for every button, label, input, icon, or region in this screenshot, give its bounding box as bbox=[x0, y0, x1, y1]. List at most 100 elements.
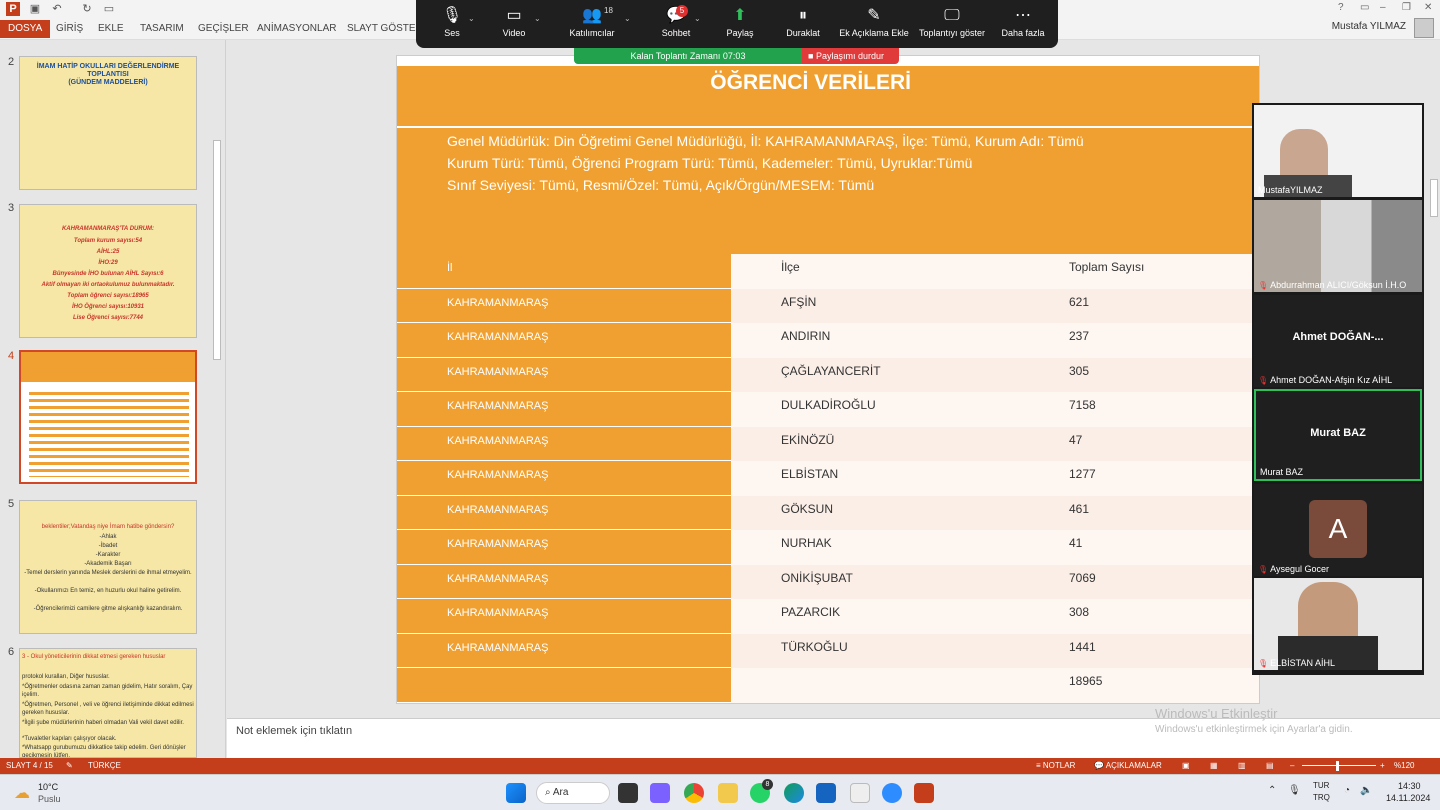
participant-tile[interactable]: MustafaYILMAZ bbox=[1254, 105, 1422, 197]
normal-view-icon[interactable]: ▣ bbox=[1182, 758, 1190, 774]
video-button[interactable]: ▭ Video ⌄ bbox=[494, 4, 541, 46]
slide-scrollbar[interactable] bbox=[1428, 103, 1440, 703]
scrollbar-thumb[interactable] bbox=[1430, 179, 1438, 217]
zoom-in-icon[interactable]: + bbox=[1380, 758, 1385, 774]
thumb-text: -Okullarımızı En temiz, en huzurlu okul … bbox=[34, 588, 182, 594]
slide-thumbnail-2[interactable]: İMAM HATİP OKULLARI DEĞERLENDİRME TOPLAN… bbox=[19, 56, 197, 190]
zoom-out-icon[interactable]: – bbox=[1290, 758, 1294, 774]
participant-video bbox=[1254, 200, 1422, 292]
tab-animations[interactable]: ANİMASYONLAR bbox=[249, 20, 344, 38]
restore-icon[interactable]: ❐ bbox=[1402, 2, 1411, 13]
participant-name: ELBİSTAN AİHL bbox=[1270, 658, 1336, 668]
slide-counter: SLAYT 4 / 15 bbox=[6, 761, 53, 770]
wifi-icon[interactable]: ◔ bbox=[1344, 785, 1350, 796]
edge-icon[interactable] bbox=[784, 783, 804, 803]
notes-placeholder[interactable]: Not eklemek için tıklatın bbox=[236, 725, 352, 737]
weather-icon[interactable]: ☁ bbox=[14, 783, 30, 803]
camera-icon: ▭ bbox=[506, 7, 522, 24]
slide-thumbnail-5[interactable]: beklentiler;Vatandaş niye İmam hatibe gö… bbox=[19, 500, 197, 634]
chevron-up-icon[interactable]: ⌃ bbox=[1268, 785, 1276, 796]
participant-tile[interactable]: A 🎙 Aysegul Gocer bbox=[1254, 484, 1422, 576]
windows-start-icon[interactable] bbox=[506, 783, 526, 803]
volume-icon[interactable]: 🔈 bbox=[1360, 785, 1372, 796]
thumb-text: KAHRAMANMARAŞ'TA DURUM: bbox=[61, 226, 155, 232]
ribbon-options-icon[interactable]: ▭ bbox=[1360, 2, 1369, 13]
chevron-down-icon[interactable]: ⌄ bbox=[468, 14, 475, 23]
powerpoint-app-icon[interactable] bbox=[914, 783, 934, 803]
user-name[interactable]: Mustafa YILMAZ bbox=[1332, 21, 1406, 32]
undo-icon[interactable]: ↶ bbox=[50, 2, 64, 16]
clock-time[interactable]: 14:30 bbox=[1398, 781, 1421, 791]
save-icon[interactable]: ▣ bbox=[28, 2, 42, 16]
reading-view-icon[interactable]: ▥ bbox=[1238, 758, 1246, 774]
user-avatar[interactable] bbox=[1414, 18, 1434, 38]
chevron-down-icon[interactable]: ⌄ bbox=[624, 14, 631, 23]
chevron-down-icon[interactable]: ⌄ bbox=[694, 14, 701, 23]
slide-thumbnail-3[interactable]: KAHRAMANMARAŞ'TA DURUM: Toplam kurum say… bbox=[19, 204, 197, 338]
slide-canvas[interactable]: ÖĞRENCİ VERİLERİ Genel Müdürlük: Din Öğr… bbox=[396, 55, 1260, 704]
language-indicator[interactable]: TÜRKÇE bbox=[88, 758, 121, 774]
zoom-slider[interactable] bbox=[1302, 765, 1376, 766]
show-meeting-button[interactable]: 🖵 Toplantıyı göster bbox=[916, 4, 988, 46]
keyboard-lang-2[interactable]: TRQ bbox=[1313, 793, 1330, 802]
clock-date[interactable]: 14.11.2024 bbox=[1386, 793, 1430, 803]
zoom-app-icon[interactable] bbox=[882, 783, 902, 803]
participant-name: Aysegul Gocer bbox=[1270, 564, 1330, 574]
minimize-icon[interactable]: – bbox=[1380, 2, 1386, 13]
tab-transitions[interactable]: GEÇİŞLER bbox=[190, 20, 257, 38]
notes-toggle[interactable]: ≡ NOTLAR bbox=[1036, 758, 1075, 774]
annotate-button[interactable]: ✎ Ek Açıklama Ekle bbox=[838, 4, 910, 46]
microphone-icon[interactable]: 🎙 bbox=[1288, 785, 1301, 796]
tab-file[interactable]: DOSYA bbox=[0, 20, 51, 38]
slideshow-view-icon[interactable]: ▤ bbox=[1266, 758, 1274, 774]
audio-button[interactable]: 🎙 Ses ⌄ bbox=[432, 4, 475, 46]
participant-tile-active-speaker[interactable]: Murat BAZ Murat BAZ bbox=[1254, 389, 1422, 481]
zoom-level[interactable]: %120 bbox=[1394, 758, 1414, 774]
timer-text: Kalan Toplantı Zamanı 07:03 bbox=[630, 51, 746, 61]
chat-button[interactable]: 💬 Sohbet 5 ⌄ bbox=[656, 4, 701, 46]
task-view-icon[interactable] bbox=[618, 783, 638, 803]
slide-thumbnail-6[interactable]: 3 - Okul yöneticilerinin dikkat etmesi g… bbox=[19, 648, 197, 758]
thumb-text: -Ahlak bbox=[99, 534, 117, 540]
start-slideshow-icon[interactable]: ▭ bbox=[102, 2, 116, 16]
status-bar: SLAYT 4 / 15 ✎ TÜRKÇE ≡ NOTLAR 💬 AÇIKLAM… bbox=[0, 758, 1440, 774]
participant-tile[interactable]: 🎙 ELBİSTAN AİHL bbox=[1254, 578, 1422, 670]
keyboard-lang-1[interactable]: TUR bbox=[1313, 781, 1329, 790]
close-icon[interactable]: ✕ bbox=[1424, 2, 1432, 13]
stop-share-button[interactable]: ■ Paylaşımı durdur bbox=[802, 48, 899, 64]
cell-total: 41 bbox=[1019, 530, 1259, 565]
chevron-down-icon[interactable]: ⌄ bbox=[534, 14, 541, 23]
cell-ilce: NURHAK bbox=[731, 530, 1019, 565]
taskbar-search[interactable]: ⌕ Ara bbox=[536, 782, 610, 804]
comments-toggle[interactable]: 💬 AÇIKLAMALAR bbox=[1094, 758, 1162, 774]
snipping-tool-icon[interactable] bbox=[850, 783, 870, 803]
participant-tile[interactable]: 🎙 Abdurrahman ALICI/Göksun İ.H.O bbox=[1254, 200, 1422, 292]
show-meeting-label: Toplantıyı göster bbox=[918, 28, 986, 38]
slide-title: ÖĞRENCİ VERİLERİ bbox=[397, 66, 1259, 126]
slide-sorter-icon[interactable]: ▦ bbox=[1210, 758, 1218, 774]
teams-chat-icon[interactable] bbox=[650, 783, 670, 803]
pause-share-button[interactable]: ⏸ Duraklat bbox=[782, 4, 824, 46]
help-button[interactable]: ? bbox=[1338, 2, 1344, 13]
annotate-label: Ek Açıklama Ekle bbox=[839, 28, 909, 38]
store-icon[interactable] bbox=[816, 783, 836, 803]
slide-thumbnail-4[interactable] bbox=[19, 350, 197, 484]
redo-icon[interactable]: ↻ bbox=[80, 2, 94, 16]
weather-temp[interactable]: 10°C bbox=[38, 782, 58, 792]
zoom-slider-thumb[interactable] bbox=[1336, 761, 1339, 771]
more-button[interactable]: ⋯ Daha fazla bbox=[998, 4, 1048, 46]
participant-tile[interactable]: Ahmet DOĞAN-... 🎙 Ahmet DOĞAN-Afşin Kız A… bbox=[1254, 295, 1422, 387]
participants-button[interactable]: 👥 Katılımcılar 18 ⌄ bbox=[566, 4, 630, 46]
cell-ilce: DULKADİROĞLU bbox=[731, 392, 1019, 427]
tab-insert[interactable]: EKLE bbox=[90, 20, 132, 38]
file-explorer-icon[interactable] bbox=[718, 783, 738, 803]
cell-ilce: TÜRKOĞLU bbox=[731, 633, 1019, 668]
spellcheck-icon[interactable]: ✎ bbox=[66, 758, 73, 774]
thumbnail-scrollbar[interactable] bbox=[213, 140, 221, 360]
tab-design[interactable]: TASARIM bbox=[132, 20, 192, 38]
tab-home[interactable]: GİRİŞ bbox=[48, 20, 91, 38]
slide-number: 5 bbox=[8, 498, 15, 510]
subtitle-line: Kurum Türü: Tümü, Öğrenci Program Türü: … bbox=[447, 155, 973, 171]
share-button[interactable]: ⬆ Paylaş bbox=[720, 4, 760, 46]
chrome-icon[interactable] bbox=[684, 783, 704, 803]
